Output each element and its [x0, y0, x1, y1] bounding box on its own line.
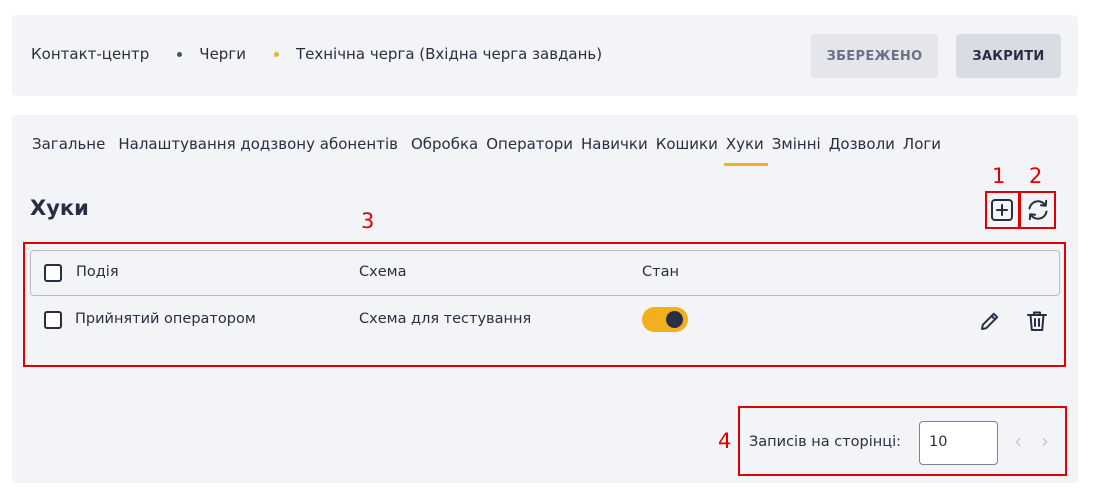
tab-hooks[interactable]: Хуки: [723, 135, 768, 166]
tab-permissions[interactable]: Дозволи: [829, 135, 895, 153]
saved-button[interactable]: ЗБЕРЕЖЕНО: [811, 34, 938, 78]
annotation-label-3: 3: [361, 209, 375, 233]
tab-logs[interactable]: Логи: [903, 135, 941, 153]
top-bar: Контакт-центр Черги Технічна черга (Вхід…: [12, 15, 1078, 96]
tab-buckets[interactable]: Кошики: [656, 135, 718, 153]
breadcrumb-queues[interactable]: Черги: [199, 45, 246, 63]
tab-processing[interactable]: Обробка: [411, 135, 478, 153]
annotation-label-2: 2: [1029, 164, 1043, 188]
annotation-label-4: 4: [718, 429, 732, 453]
breadcrumb-separator: [273, 51, 279, 57]
tab-operators[interactable]: Оператори: [486, 135, 573, 153]
tab-general[interactable]: Загальне: [32, 135, 105, 153]
close-button[interactable]: ЗАКРИТИ: [956, 34, 1061, 78]
breadcrumb-current: Технічна черга (Вхідна черга завдань): [295, 45, 603, 63]
annotation-label-1: 1: [992, 164, 1006, 188]
tab-dial-settings[interactable]: Налаштування додзвону абонентів: [118, 135, 398, 153]
breadcrumb: Контакт-центр Черги Технічна черга (Вхід…: [31, 45, 602, 63]
annotation-box-3: [23, 242, 1066, 367]
section-title: Хуки: [30, 196, 89, 220]
breadcrumb-contact-center[interactable]: Контакт-центр: [31, 45, 149, 63]
annotation-box-2: [1019, 191, 1056, 229]
tab-variables[interactable]: Змінні: [772, 135, 821, 153]
tab-skills[interactable]: Навички: [581, 135, 648, 153]
tab-bar: Загальне Налаштування додзвону абонентів…: [32, 135, 949, 166]
annotation-box-4: [738, 406, 1067, 476]
annotation-box-1: [985, 191, 1020, 229]
breadcrumb-separator: [177, 51, 183, 57]
